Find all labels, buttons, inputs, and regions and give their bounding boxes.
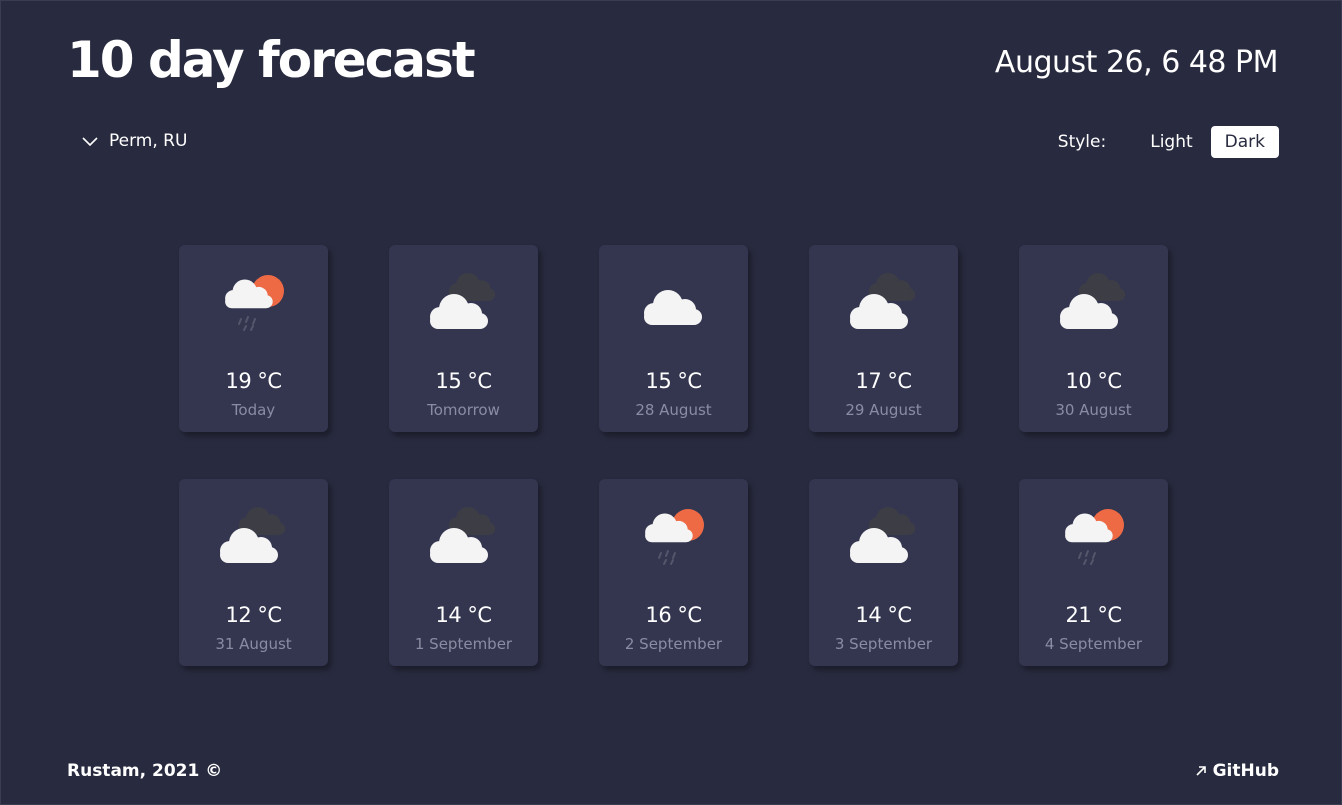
style-dark-button[interactable]: Dark (1210, 126, 1279, 158)
arrow-up-right-icon (1196, 766, 1206, 776)
sun-cloud-rain-icon (206, 245, 302, 337)
location-dropdown[interactable]: Perm, RU (81, 131, 187, 151)
dark-cloud-icon (206, 479, 302, 571)
forecast-day: 30 August (1055, 401, 1132, 419)
forecast-temperature: 17 °C (855, 369, 912, 393)
forecast-temperature: 12 °C (225, 603, 282, 627)
current-datetime: August 26, 6 48 PM (994, 45, 1279, 80)
forecast-day: 31 August (215, 635, 292, 653)
forecast-card[interactable]: 17 °C 29 August (809, 245, 958, 432)
forecast-temperature: 14 °C (855, 603, 912, 627)
location-label: Perm, RU (109, 131, 188, 151)
style-label: Style: (1057, 132, 1107, 152)
forecast-temperature: 10 °C (1065, 369, 1122, 393)
cloud-icon (626, 245, 722, 337)
forecast-card[interactable]: 12 °C 31 August (179, 479, 328, 666)
forecast-day: 29 August (845, 401, 922, 419)
forecast-day: 2 September (624, 635, 723, 653)
forecast-card[interactable]: 14 °C 3 September (809, 479, 958, 666)
forecast-day: 1 September (414, 635, 513, 653)
forecast-day: 3 September (834, 635, 933, 653)
forecast-card[interactable]: 15 °C Tomorrow (389, 245, 538, 432)
forecast-card[interactable]: 19 °C Today (179, 245, 328, 432)
forecast-card[interactable]: 14 °C 1 September (389, 479, 538, 666)
forecast-card[interactable]: 15 °C 28 August (599, 245, 748, 432)
dark-cloud-icon (1046, 245, 1142, 337)
forecast-temperature: 15 °C (645, 369, 702, 393)
forecast-temperature: 15 °C (435, 369, 492, 393)
forecast-temperature: 16 °C (645, 603, 702, 627)
forecast-day: 4 September (1044, 635, 1143, 653)
dark-cloud-icon (416, 245, 512, 337)
forecast-temperature: 19 °C (225, 369, 282, 393)
app-page: 10 day forecast August 26, 6 48 PM Perm,… (0, 0, 1342, 805)
forecast-card[interactable]: 16 °C 2 September (599, 479, 748, 666)
dark-cloud-icon (416, 479, 512, 571)
github-link-label: GitHub (1212, 761, 1279, 781)
forecast-temperature: 14 °C (435, 603, 492, 627)
sun-cloud-rain-icon (626, 479, 722, 571)
forecast-temperature: 21 °C (1065, 603, 1122, 627)
style-switch: Style: Light Dark (1058, 126, 1279, 158)
forecast-card[interactable]: 21 °C 4 September (1019, 479, 1168, 666)
style-light-button[interactable]: Light (1136, 126, 1206, 158)
forecast-card[interactable]: 10 °C 30 August (1019, 245, 1168, 432)
forecast-day: 28 August (635, 401, 712, 419)
dark-cloud-icon (836, 245, 932, 337)
forecast-day: Tomorrow (427, 401, 500, 419)
dark-cloud-icon (836, 479, 932, 571)
sun-cloud-rain-icon (1046, 479, 1142, 571)
forecast-day: Today (231, 401, 276, 419)
github-link[interactable]: GitHub (1195, 761, 1279, 781)
footer-credit: Rustam, 2021 © (67, 761, 223, 781)
forecast-grid: 19 °C Today 15 °C Tomorrow 15 °C 28 August 17 … (179, 245, 1168, 666)
chevron-down-icon (82, 137, 98, 147)
page-title: 10 day forecast (67, 31, 476, 89)
